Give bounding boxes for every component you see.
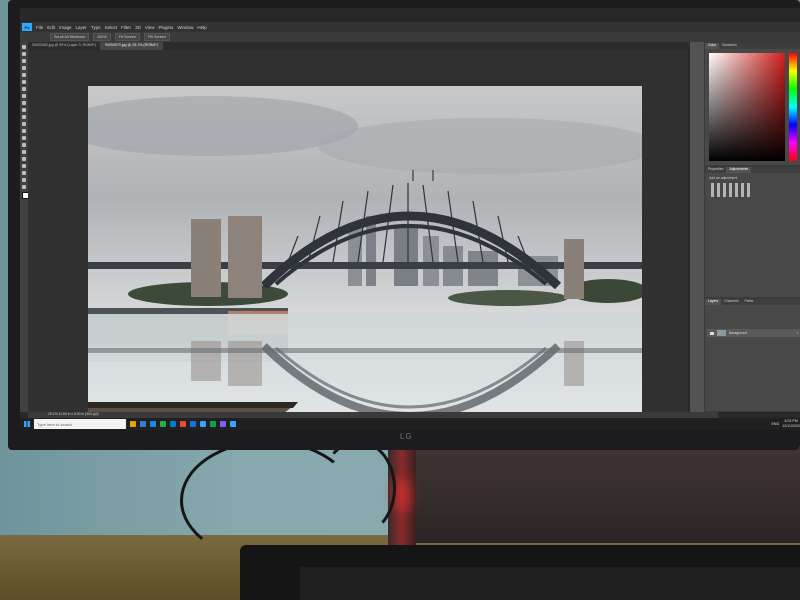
- menu-image[interactable]: Image: [59, 25, 72, 30]
- cable: [320, 440, 396, 536]
- zoom-100-button[interactable]: 100%: [93, 33, 111, 41]
- menu-layer[interactable]: Layer: [76, 25, 87, 30]
- clock-time[interactable]: 8:25 PM: [784, 419, 797, 423]
- store-icon[interactable]: [160, 421, 166, 427]
- adjustments-hint: Add an adjustment: [709, 176, 738, 180]
- dodge-tool-icon[interactable]: [22, 143, 26, 147]
- menu-view[interactable]: View: [145, 25, 155, 30]
- color-panel-tabs: Color Swatches: [705, 43, 800, 49]
- history-brush-tool-icon[interactable]: [22, 115, 26, 119]
- panels-dock: Color Swatches Properties Adjustments Ad…: [690, 42, 800, 412]
- tab-paths[interactable]: Paths: [742, 299, 757, 305]
- layers-panel-tabs: Layers Channels Paths: [705, 299, 800, 305]
- layer-thumbnail: [717, 330, 726, 336]
- app-icon[interactable]: [230, 421, 236, 427]
- fit-screen-button[interactable]: Fit Screen: [114, 33, 141, 41]
- canvas-area[interactable]: [28, 50, 688, 430]
- clock-date[interactable]: 12/11/2020: [782, 424, 800, 428]
- clone-stamp-tool-icon[interactable]: [22, 108, 26, 112]
- path-select-tool-icon[interactable]: [22, 164, 26, 168]
- marquee-tool-icon[interactable]: [22, 52, 26, 56]
- document-canvas[interactable]: [88, 86, 642, 430]
- system-tray[interactable]: ENG 8:25 PM 12/11/2020: [771, 419, 800, 429]
- options-bar: Scroll All Windows 100% Fit Screen Fill …: [20, 32, 800, 42]
- color-panel: Color Swatches: [704, 42, 800, 166]
- color-picker-field[interactable]: [709, 53, 785, 161]
- chrome-icon[interactable]: [210, 421, 216, 427]
- fill-screen-button[interactable]: Fill Screen: [144, 33, 170, 41]
- menu-select[interactable]: Select: [105, 25, 118, 30]
- stand-light: [394, 480, 410, 510]
- menu-bar: Ps File Edit Image Layer Type Select Fil…: [20, 22, 800, 32]
- crop-tool-icon[interactable]: [22, 73, 26, 77]
- hand-tool-icon[interactable]: [22, 178, 26, 182]
- tab-swatches[interactable]: Swatches: [719, 43, 740, 49]
- frame-tool-icon[interactable]: [22, 80, 26, 84]
- adjustments-panel-tabs: Properties Adjustments: [705, 167, 800, 173]
- brush-tool-icon[interactable]: [22, 101, 26, 105]
- language-indicator[interactable]: ENG: [771, 422, 779, 426]
- pen-tool-icon[interactable]: [22, 150, 26, 154]
- layers-panel: Layers Channels Paths Background ▪: [704, 298, 800, 412]
- type-tool-icon[interactable]: [22, 157, 26, 161]
- edge-icon[interactable]: [150, 421, 156, 427]
- app-icon[interactable]: [180, 421, 186, 427]
- monitor-brand-logo: LG: [400, 432, 413, 441]
- zoom-tool-icon[interactable]: [22, 185, 26, 189]
- file-explorer-icon[interactable]: [130, 421, 136, 427]
- menu-filter[interactable]: Filter: [121, 25, 131, 30]
- tab-properties[interactable]: Properties: [705, 167, 726, 173]
- photoshop-taskbar-icon[interactable]: [200, 421, 206, 427]
- harbour-bridge-photo: [88, 86, 642, 430]
- mail-icon[interactable]: [140, 421, 146, 427]
- lock-icon: ▪: [796, 331, 798, 335]
- tab-document-2[interactable]: SW00070.jpg @ 25.1% (RGB/8*): [100, 42, 163, 50]
- move-tool-icon[interactable]: [22, 45, 26, 49]
- photoshop-logo-icon: Ps: [22, 23, 32, 31]
- taskbar-search-input[interactable]: Type here to search: [34, 419, 126, 429]
- scroll-all-windows-checkbox[interactable]: Scroll All Windows: [50, 33, 90, 41]
- layer-name: Background: [729, 331, 748, 335]
- adjustment-icons[interactable]: [711, 183, 751, 197]
- menu-type[interactable]: Type: [91, 25, 101, 30]
- eraser-tool-icon[interactable]: [22, 122, 26, 126]
- document-tabs: SW00082.jpg @ 50% (Layer 0, RGB/8*) SW00…: [28, 42, 698, 50]
- menu-help[interactable]: Help: [197, 25, 206, 30]
- eyedropper-tool-icon[interactable]: [22, 87, 26, 91]
- blur-tool-icon[interactable]: [22, 136, 26, 140]
- hue-slider[interactable]: [789, 53, 797, 161]
- gradient-tool-icon[interactable]: [22, 129, 26, 133]
- second-monitor-back: [416, 448, 800, 543]
- lasso-tool-icon[interactable]: [22, 59, 26, 63]
- menu-3d[interactable]: 3D: [135, 25, 141, 30]
- adjustments-panel: Properties Adjustments Add an adjustment: [704, 166, 800, 298]
- eye-icon[interactable]: [710, 331, 714, 335]
- tab-layers[interactable]: Layers: [705, 299, 722, 305]
- menu-file[interactable]: File: [36, 25, 43, 30]
- menu-edit[interactable]: Edit: [47, 25, 55, 30]
- app-icon[interactable]: [190, 421, 196, 427]
- windows-taskbar: Type here to search ENG 8:25 PM 12/11/20…: [20, 418, 800, 430]
- healing-brush-tool-icon[interactable]: [22, 94, 26, 98]
- windows-start-icon[interactable]: [22, 419, 32, 429]
- tools-panel: [20, 42, 29, 412]
- layer-row-background[interactable]: Background ▪: [707, 329, 800, 337]
- tab-adjustments[interactable]: Adjustments: [726, 167, 752, 173]
- monitor-bezel: Ps File Edit Image Layer Type Select Fil…: [8, 0, 800, 450]
- menu-window[interactable]: Window: [177, 25, 193, 30]
- rectangle-tool-icon[interactable]: [22, 171, 26, 175]
- tab-color[interactable]: Color: [705, 43, 720, 49]
- menu-plugins[interactable]: Plugins: [159, 25, 174, 30]
- monitor-stand-base: [240, 545, 800, 600]
- app-icon[interactable]: [220, 421, 226, 427]
- app-icon[interactable]: [170, 421, 176, 427]
- tab-document-1[interactable]: SW00082.jpg @ 50% (Layer 0, RGB/8*): [28, 42, 101, 50]
- tab-channels[interactable]: Channels: [721, 299, 741, 305]
- quick-select-tool-icon[interactable]: [22, 66, 26, 70]
- screen: Ps File Edit Image Layer Type Select Fil…: [20, 8, 800, 430]
